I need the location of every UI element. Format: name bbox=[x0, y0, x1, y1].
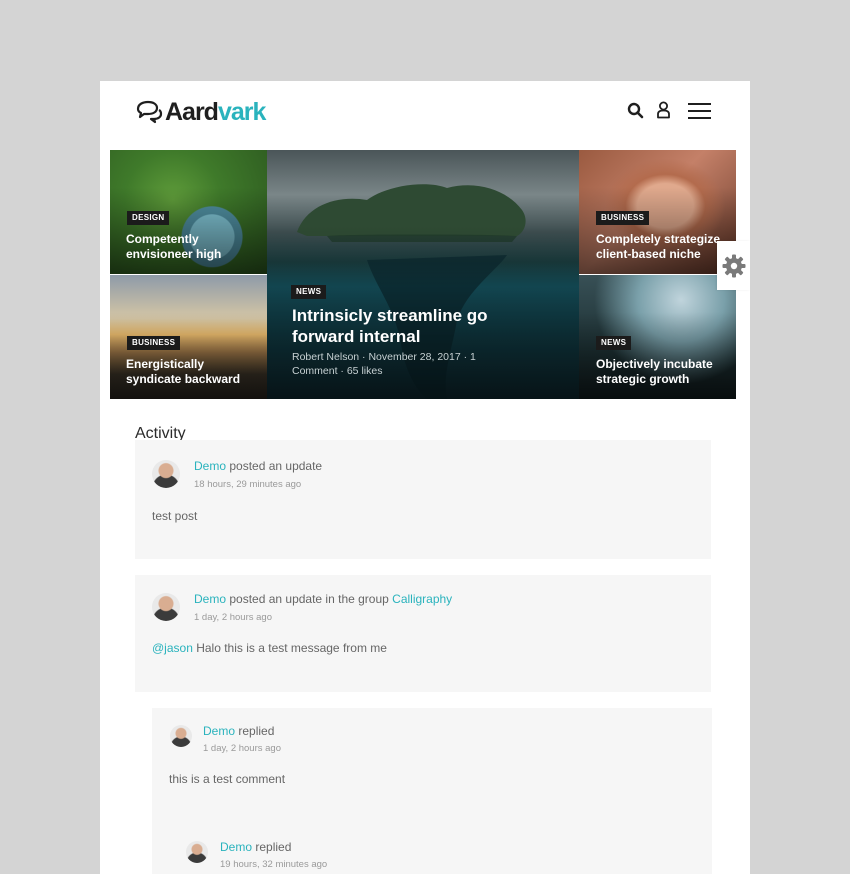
search-icon[interactable] bbox=[627, 102, 644, 119]
chat-bubbles-icon bbox=[136, 100, 163, 124]
category-badge[interactable]: BUSINESS bbox=[596, 211, 650, 225]
featured-posts-grid: DESIGN Competently envisioneer high BUSI… bbox=[110, 150, 736, 399]
activity-item: Demo posted an update 18 hours, 29 minut… bbox=[135, 440, 711, 559]
user-link[interactable]: Demo bbox=[194, 459, 226, 473]
featured-post-business-1[interactable]: BUSINESS Energistically syndicate backwa… bbox=[110, 275, 267, 399]
post-title-line: Energistically bbox=[126, 357, 205, 371]
avatar[interactable] bbox=[152, 593, 180, 621]
action-text: replied bbox=[252, 840, 292, 854]
post-title-line: Objectively incubate bbox=[596, 357, 713, 371]
activity-timestamp[interactable]: 18 hours, 29 minutes ago bbox=[194, 479, 301, 490]
featured-post-business-2[interactable]: BUSINESS Completely strategize client-ba… bbox=[579, 150, 736, 274]
reply-timestamp[interactable]: 19 hours, 32 minutes ago bbox=[220, 859, 327, 870]
featured-post-design[interactable]: DESIGN Competently envisioneer high bbox=[110, 150, 267, 274]
post-title[interactable]: Objectively incubate strategic growth bbox=[596, 357, 713, 387]
post-title-line: Completely strategize bbox=[596, 232, 721, 246]
post-meta-line: Robert Nelson · November 28, 2017 · 1 bbox=[292, 351, 476, 363]
category-badge[interactable]: NEWS bbox=[596, 336, 632, 350]
activity-reply: Demo replied 1 day, 2 hours ago this is … bbox=[152, 708, 712, 874]
site-logo[interactable]: Aardvark bbox=[135, 98, 266, 126]
user-link[interactable]: Demo bbox=[194, 592, 226, 606]
brand-part-2: vark bbox=[217, 98, 266, 126]
gear-icon bbox=[722, 254, 745, 277]
user-link[interactable]: Demo bbox=[220, 840, 252, 854]
message-text: Halo this is a test message from me bbox=[192, 641, 387, 655]
avatar[interactable] bbox=[186, 841, 208, 863]
post-meta: Robert Nelson · November 28, 2017 · 1 Co… bbox=[292, 350, 476, 378]
mention-link[interactable]: @jason bbox=[152, 641, 193, 655]
settings-toggle-button[interactable] bbox=[717, 241, 750, 290]
action-text: replied bbox=[235, 724, 275, 738]
post-title-line: strategic growth bbox=[596, 372, 690, 386]
reply-content: this is a test comment bbox=[169, 772, 286, 786]
menu-icon[interactable] bbox=[688, 103, 711, 119]
reply-action: Demo replied bbox=[203, 724, 274, 738]
activity-item: Demo posted an update in the group Calli… bbox=[135, 575, 711, 692]
activity-content: @jason Halo this is a test message from … bbox=[152, 641, 387, 655]
brand-part-1: Aard bbox=[165, 98, 219, 126]
activity-content: test post bbox=[152, 509, 198, 523]
featured-post-news-2[interactable]: NEWS Objectively incubate strategic grow… bbox=[579, 275, 736, 399]
activity-timestamp[interactable]: 1 day, 2 hours ago bbox=[194, 612, 272, 623]
category-badge[interactable]: NEWS bbox=[291, 285, 327, 299]
avatar[interactable] bbox=[152, 460, 180, 488]
post-title[interactable]: Energistically syndicate backward bbox=[126, 357, 240, 387]
group-link[interactable]: Calligraphy bbox=[392, 592, 452, 606]
post-meta-line: Comment · 65 likes bbox=[292, 365, 383, 377]
featured-post-news-main[interactable]: NEWS Intrinsicly streamline go forward i… bbox=[267, 150, 579, 399]
site-name: Aardvark bbox=[165, 98, 266, 126]
avatar[interactable] bbox=[170, 725, 192, 747]
user-link[interactable]: Demo bbox=[203, 724, 235, 738]
category-badge[interactable]: DESIGN bbox=[127, 211, 170, 225]
reply-action: Demo replied bbox=[220, 840, 291, 854]
post-title-line: forward internal bbox=[292, 327, 421, 346]
post-title-line: client-based niche bbox=[596, 247, 701, 261]
post-title-line: Intrinsicly streamline go bbox=[292, 306, 488, 325]
activity-action: Demo posted an update bbox=[194, 459, 322, 473]
post-title-line: envisioneer high bbox=[126, 247, 222, 261]
action-text: posted an update bbox=[226, 459, 323, 473]
user-icon[interactable] bbox=[656, 101, 671, 119]
page-container: Aardvark DESIGN Competently envisioneer … bbox=[100, 81, 750, 874]
post-title-line: syndicate backward bbox=[126, 372, 241, 386]
post-title-line: Competently bbox=[126, 232, 199, 246]
category-badge[interactable]: BUSINESS bbox=[127, 336, 181, 350]
post-title[interactable]: Competently envisioneer high bbox=[126, 232, 221, 262]
reply-timestamp[interactable]: 1 day, 2 hours ago bbox=[203, 743, 281, 754]
post-title[interactable]: Completely strategize client-based niche bbox=[596, 232, 720, 262]
action-text: posted an update in the group bbox=[226, 592, 393, 606]
activity-action: Demo posted an update in the group Calli… bbox=[194, 592, 452, 606]
post-title[interactable]: Intrinsicly streamline go forward intern… bbox=[292, 305, 488, 347]
